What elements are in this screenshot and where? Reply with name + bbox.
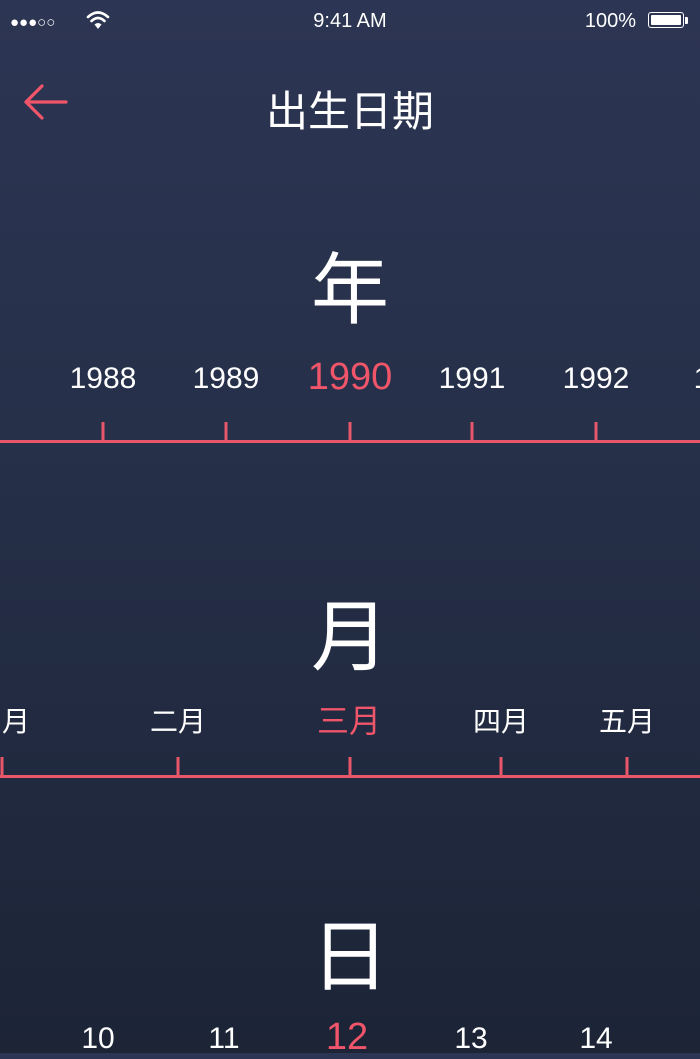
year-ruler[interactable]: 1988 1989 1990 1991 1992 1	[0, 350, 700, 450]
day-item-10[interactable]: 10	[81, 1022, 114, 1056]
year-tick	[594, 422, 598, 442]
month-tick-selected	[348, 757, 352, 777]
year-tick-selected	[348, 422, 352, 442]
month-tick	[499, 757, 503, 777]
page-title: 出生日期	[265, 87, 434, 136]
year-item-1988[interactable]: 1988	[70, 362, 137, 396]
month-ruler[interactable]: 月 二月 三月 四月 五月	[0, 694, 700, 794]
day-ruler[interactable]: 10 11 12 13 14	[0, 1016, 700, 1058]
month-item-2[interactable]: 二月	[150, 700, 206, 740]
month-item-partial[interactable]: 月	[2, 700, 30, 740]
year-item-1990-selected[interactable]: 1990	[308, 356, 393, 399]
month-item-5[interactable]: 五月	[599, 700, 655, 740]
day-item-11[interactable]: 11	[208, 1022, 239, 1056]
year-tick	[470, 422, 474, 442]
status-bar: ●●●○○ 9:41 AM 100%	[0, 0, 700, 44]
year-item-1992[interactable]: 1992	[563, 362, 630, 396]
month-item-3-selected[interactable]: 三月	[317, 696, 381, 742]
year-item-partial[interactable]: 1	[694, 362, 700, 396]
month-tick	[176, 757, 180, 777]
year-section-label: 年	[310, 246, 389, 336]
nav-bar: 出生日期	[0, 60, 700, 144]
year-tick	[224, 422, 228, 442]
battery-icon	[648, 12, 688, 30]
year-item-1991[interactable]: 1991	[439, 362, 506, 396]
battery-percentage: 100%	[584, 10, 636, 32]
year-tick	[101, 422, 105, 442]
month-tick	[0, 757, 4, 777]
day-item-13[interactable]: 13	[454, 1022, 487, 1056]
month-item-4[interactable]: 四月	[473, 700, 529, 740]
month-tick	[625, 757, 629, 777]
month-section-label: 月	[310, 593, 389, 683]
day-section-label: 日	[310, 913, 389, 1003]
day-item-14[interactable]: 14	[579, 1022, 612, 1056]
year-item-1989[interactable]: 1989	[193, 362, 260, 396]
year-ruler-line	[0, 440, 700, 443]
month-ruler-line	[0, 775, 700, 778]
